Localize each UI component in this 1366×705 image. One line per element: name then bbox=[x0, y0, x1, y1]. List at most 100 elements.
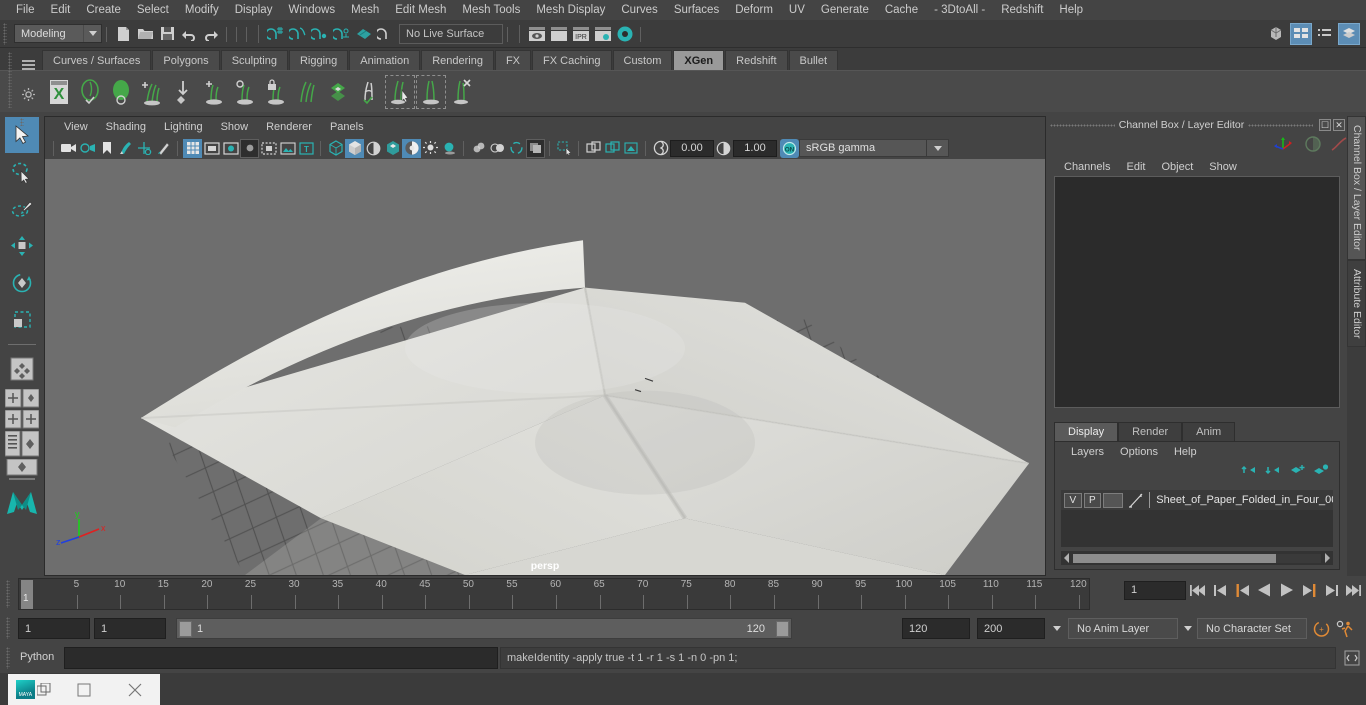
render-current-frame-icon[interactable] bbox=[526, 23, 548, 45]
layer-tab-display[interactable]: Display bbox=[1054, 422, 1119, 441]
shaded-wireframe-icon[interactable] bbox=[364, 139, 383, 158]
shadows-icon[interactable] bbox=[421, 139, 440, 158]
show-hide-modeling-toolkit-icon[interactable] bbox=[1266, 23, 1288, 45]
close-window-icon[interactable] bbox=[109, 674, 160, 705]
go-to-end-icon[interactable] bbox=[1343, 580, 1362, 600]
viewport-menu-shading[interactable]: Shading bbox=[97, 119, 155, 135]
xgen-select-guides-icon[interactable] bbox=[385, 74, 415, 109]
new-scene-icon[interactable] bbox=[112, 23, 134, 45]
channel-box-attribute-list[interactable] bbox=[1054, 176, 1340, 408]
menu-item-select[interactable]: Select bbox=[129, 2, 177, 18]
scroll-right-icon[interactable] bbox=[1321, 552, 1333, 564]
ambient-occlusion-icon[interactable] bbox=[440, 139, 459, 158]
3d-viewport[interactable]: y x z persp bbox=[45, 159, 1045, 575]
step-back-keyframe-icon[interactable] bbox=[1211, 580, 1230, 600]
quick-layout-persp[interactable] bbox=[4, 459, 40, 481]
snap-to-grid-icon[interactable] bbox=[265, 23, 287, 45]
channelbox-menu-object[interactable]: Object bbox=[1153, 159, 1201, 175]
layer-list[interactable]: V P Sheet_of_Paper_Folded_in_Four_001_ bbox=[1061, 490, 1333, 547]
anim-curve-icon[interactable] bbox=[1330, 136, 1348, 157]
menu-item-edit-mesh[interactable]: Edit Mesh bbox=[387, 2, 454, 18]
xgen-clump-icon[interactable] bbox=[354, 75, 384, 109]
channel-box-toggle-icon[interactable] bbox=[1304, 135, 1322, 158]
menu-item-3dtoall[interactable]: - 3DtoAll - bbox=[926, 2, 993, 18]
bookmark-icon[interactable] bbox=[97, 139, 116, 158]
shelf-options-gear-icon[interactable] bbox=[22, 88, 35, 106]
scrollbar-track[interactable] bbox=[1073, 553, 1321, 563]
gamma-field[interactable]: 1.00 bbox=[733, 139, 777, 157]
menu-item-create[interactable]: Create bbox=[78, 2, 129, 18]
channelbox-menu-channels[interactable]: Channels bbox=[1056, 159, 1118, 175]
menu-item-mesh-display[interactable]: Mesh Display bbox=[528, 2, 613, 18]
shelf-tab-polygons[interactable]: Polygons bbox=[152, 50, 220, 70]
smooth-shade-icon[interactable] bbox=[345, 138, 364, 158]
motion-blur-icon[interactable] bbox=[469, 139, 488, 158]
layer-color-swatch[interactable] bbox=[1103, 492, 1124, 508]
show-hide-channel-box-icon[interactable] bbox=[1338, 22, 1360, 45]
resolution-gate-icon[interactable] bbox=[221, 139, 240, 158]
menu-item-redshift[interactable]: Redshift bbox=[993, 2, 1051, 18]
scroll-left-icon[interactable] bbox=[1061, 552, 1073, 564]
range-end-field[interactable]: 120 bbox=[902, 618, 970, 639]
scrollbar-thumb[interactable] bbox=[1073, 553, 1277, 563]
time-slider-track[interactable]: 1 5 10 15 20 25 30 35 40 45 50 55 60 65 70 75 80 85 90 95 1… bbox=[18, 578, 1090, 610]
color-management-field[interactable]: sRGB gamma bbox=[799, 139, 927, 157]
command-input-field[interactable] bbox=[64, 647, 498, 669]
layer-playback-toggle[interactable]: P bbox=[1083, 492, 1102, 508]
layer-visibility-toggle[interactable]: V bbox=[1064, 492, 1082, 508]
script-editor-icon[interactable] bbox=[1342, 648, 1362, 668]
menu-item-file[interactable]: File bbox=[8, 2, 43, 18]
channelbox-menu-show[interactable]: Show bbox=[1201, 159, 1245, 175]
snap-to-curve-icon[interactable] bbox=[287, 23, 309, 45]
color-management-icon[interactable]: ON bbox=[780, 138, 799, 158]
snap-to-view-plane-icon[interactable] bbox=[353, 23, 375, 45]
layer-name[interactable]: Sheet_of_Paper_Folded_in_Four_001_ bbox=[1152, 494, 1333, 506]
shelf-tab-curves-surfaces[interactable]: Curves / Surfaces bbox=[42, 50, 152, 70]
range-end-handle[interactable] bbox=[776, 621, 789, 637]
image-plane-icon[interactable] bbox=[116, 139, 135, 158]
step-forward-frame-icon[interactable] bbox=[1299, 580, 1318, 600]
auto-keyframe-icon[interactable]: + bbox=[1310, 618, 1332, 639]
character-set-field[interactable]: No Character Set bbox=[1197, 618, 1307, 639]
create-empty-layer-icon[interactable] bbox=[1289, 463, 1305, 481]
2d-pan-zoom-icon[interactable] bbox=[135, 139, 154, 158]
shelf-tab-rendering[interactable]: Rendering bbox=[421, 50, 494, 70]
xgen-add-grooming-icon[interactable] bbox=[199, 75, 229, 109]
right-tab-attribute-editor[interactable]: Attribute Editor bbox=[1347, 259, 1366, 347]
layer-tab-anim[interactable]: Anim bbox=[1182, 422, 1236, 441]
menu-item-generate[interactable]: Generate bbox=[813, 2, 877, 18]
animation-preferences-icon[interactable] bbox=[1334, 618, 1356, 639]
wireframe-icon[interactable] bbox=[326, 139, 345, 158]
save-scene-icon[interactable] bbox=[156, 23, 178, 45]
viewport-menu-renderer[interactable]: Renderer bbox=[257, 119, 321, 135]
menu-item-mesh-tools[interactable]: Mesh Tools bbox=[454, 2, 528, 18]
anim-layer-chevron-down-icon[interactable] bbox=[1049, 618, 1065, 639]
move-layer-up-icon[interactable] bbox=[1241, 463, 1257, 481]
depth-of-field-icon[interactable] bbox=[507, 139, 526, 158]
layer-menu-options[interactable]: Options bbox=[1112, 444, 1166, 460]
menuset-selector[interactable]: Modeling bbox=[14, 24, 102, 43]
shelf-tab-sculpting[interactable]: Sculpting bbox=[220, 50, 288, 70]
xgen-region-icon[interactable] bbox=[416, 74, 446, 109]
menu-item-cache[interactable]: Cache bbox=[877, 2, 926, 18]
xgen-lock-icon[interactable] bbox=[261, 75, 291, 109]
range-bar[interactable]: 1 120 bbox=[176, 618, 792, 639]
make-live-icon[interactable] bbox=[375, 23, 397, 45]
xgen-add-guides-icon[interactable] bbox=[137, 75, 167, 109]
menu-item-display[interactable]: Display bbox=[227, 2, 281, 18]
show-hide-attribute-editor-icon[interactable] bbox=[1290, 22, 1312, 45]
xgen-preview-icon[interactable] bbox=[75, 75, 105, 109]
close-panel-icon[interactable]: ✕ bbox=[1333, 119, 1345, 131]
layer-menu-help[interactable]: Help bbox=[1166, 444, 1205, 460]
menu-item-uv[interactable]: UV bbox=[781, 2, 813, 18]
gate-mask-icon[interactable] bbox=[240, 138, 259, 158]
ipr-render-icon[interactable]: IPR bbox=[570, 23, 592, 45]
rotate-tool[interactable] bbox=[5, 265, 39, 301]
menu-item-deform[interactable]: Deform bbox=[727, 2, 781, 18]
xray-joints-icon[interactable]: T bbox=[297, 139, 316, 158]
xgen-delete-icon[interactable] bbox=[447, 75, 477, 109]
shelf-tab-custom[interactable]: Custom bbox=[612, 50, 673, 70]
step-back-frame-icon[interactable] bbox=[1233, 580, 1252, 600]
multisample-icon[interactable] bbox=[488, 139, 507, 158]
grease-pencil-icon[interactable] bbox=[154, 139, 173, 158]
